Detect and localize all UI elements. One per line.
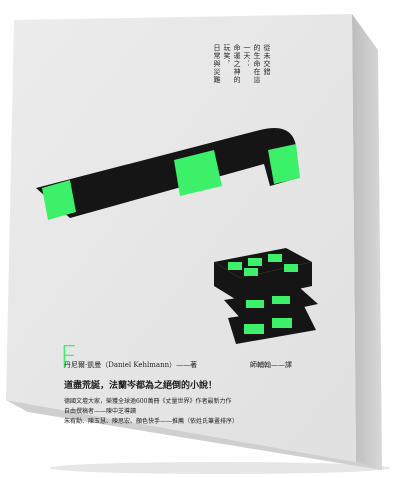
book-spine	[352, 14, 382, 470]
blurb-column: 玩笑，	[223, 44, 231, 68]
translator-credit: 師輔翰——譯	[250, 361, 292, 369]
book-shadow	[50, 462, 390, 474]
description-line: 自由撰稿者——陳中芝導讀	[64, 408, 137, 415]
blurb-column: 命運之神的	[233, 44, 241, 84]
tagline: 道盡荒誕，法蘭岑都為之絕倒的小說！	[64, 381, 218, 391]
author-credit: 丹尼爾·凱曼（Daniel Kehlmann）——著	[64, 361, 198, 369]
blurb-column: 從未交錯	[263, 44, 271, 76]
description-line: 朱宥勳、陳玉慧、陳思宏、顏色快手——推薦（依姓氏筆畫排序）	[64, 418, 239, 425]
blurb-column: 一天：	[243, 44, 251, 68]
book-photo	[6, 14, 390, 474]
blurb-column: 日常與災難	[213, 44, 221, 84]
book-cover	[6, 14, 356, 462]
blurb-column: 的生命在這	[253, 44, 261, 84]
description-line: 德國文壇大家，榮獲全球逾600萬冊《丈量世界》作者最新力作	[64, 398, 232, 405]
